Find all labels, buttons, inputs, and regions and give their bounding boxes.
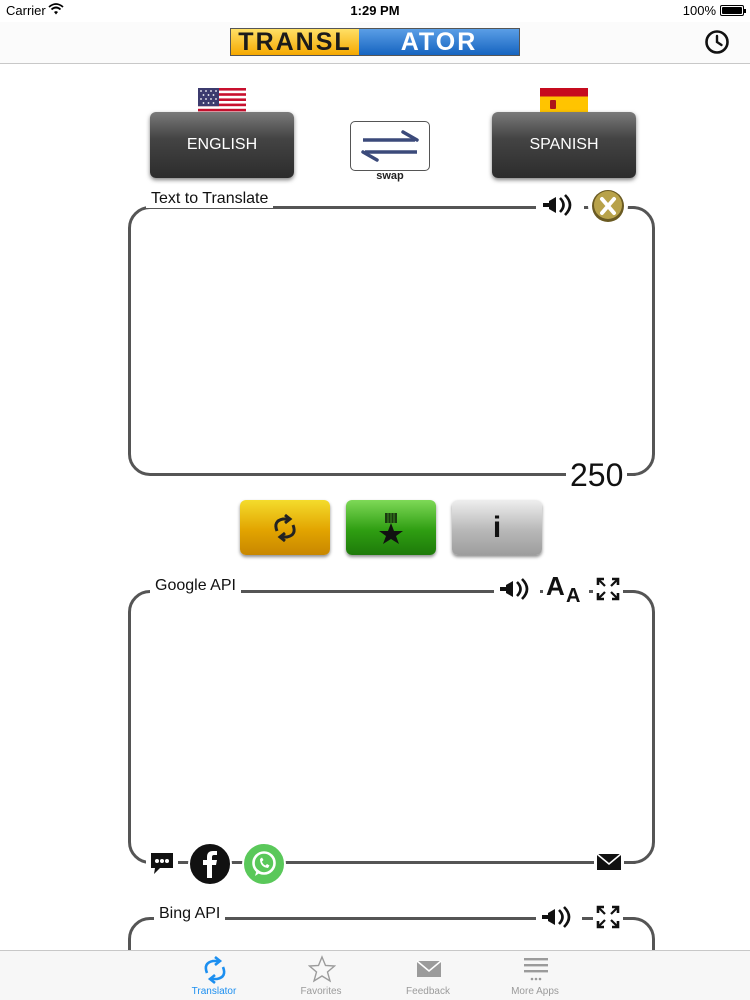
clock-icon[interactable] [704,29,730,55]
facebook-share-button[interactable] [188,842,232,886]
expand-google-button[interactable] [593,574,623,604]
speak-bing-button[interactable] [536,902,582,932]
tab-favorites[interactable]: Favorites [266,951,376,1000]
info-button[interactable]: i [452,500,542,555]
menu-icon [524,958,548,981]
translator-screen: Carrier 1:29 PM 100% TRANSL ATOR ENGLISH… [0,0,750,1000]
battery-percent: 100% [682,3,716,18]
info-icon: i [492,510,502,544]
status-bar: Carrier 1:29 PM 100% [0,0,750,22]
chat-bubble-icon [151,853,173,874]
input-box-label: Text to Translate [146,190,274,208]
star-icon [308,955,336,983]
google-box-label: Google API [150,577,241,595]
swap-languages-button[interactable] [350,121,430,171]
add-favorite-button[interactable] [346,500,436,555]
medal-star-icon [379,512,403,544]
svg-text:A: A [566,585,580,605]
facebook-icon [203,851,217,878]
text-input-area[interactable] [128,206,655,476]
speak-input-button[interactable] [536,190,584,220]
expand-icon [596,577,620,601]
email-share-button[interactable] [594,850,624,874]
translate-arrows-icon [274,513,296,542]
tab-more-apps[interactable]: More Apps [480,951,590,1000]
sms-share-button[interactable] [146,848,178,878]
expand-icon [596,905,620,929]
bing-box-label: Bing API [154,905,226,923]
status-time: 1:29 PM [350,3,400,18]
tab-feedback[interactable]: Feedback [373,951,483,1000]
source-language-button[interactable]: ENGLISH [150,112,294,178]
tab-more-apps-label: More Apps [511,986,559,997]
speaker-icon [500,578,529,600]
tab-translator[interactable]: Translator [159,951,269,1000]
close-icon [592,190,624,222]
translator-icon [204,955,226,985]
character-counter: 250 [566,457,628,494]
speaker-icon [542,906,571,928]
tab-feedback-label: Feedback [406,986,450,997]
swap-arrows-icon [361,130,419,162]
speaker-icon [543,194,572,216]
svg-text:A: A [546,571,565,601]
target-language-button[interactable]: SPANISH [492,112,636,178]
google-translation-area [128,590,655,864]
tab-favorites-label: Favorites [300,986,342,997]
tab-translator-label: Translator [191,986,237,997]
whatsapp-icon [252,851,276,876]
whatsapp-share-button[interactable] [242,842,286,886]
logo-text-part2: ATOR [359,29,519,56]
font-size-button[interactable]: A A [543,570,589,606]
app-logo: TRANSL ATOR [230,28,520,56]
font-size-icon: A A [546,571,580,605]
battery-icon [720,5,746,16]
envelope-icon [596,853,622,870]
envelope-icon [416,960,442,977]
expand-bing-button[interactable] [593,902,623,932]
nav-bar: TRANSL ATOR [0,22,750,64]
swap-label: swap [376,170,404,182]
translate-button[interactable] [240,500,330,555]
speak-google-button[interactable] [494,574,540,604]
tab-bar: Translator Favorites Feedback More Apps [0,950,750,1000]
clear-input-button[interactable] [588,187,628,225]
logo-text-part1: TRANSL [231,29,359,56]
